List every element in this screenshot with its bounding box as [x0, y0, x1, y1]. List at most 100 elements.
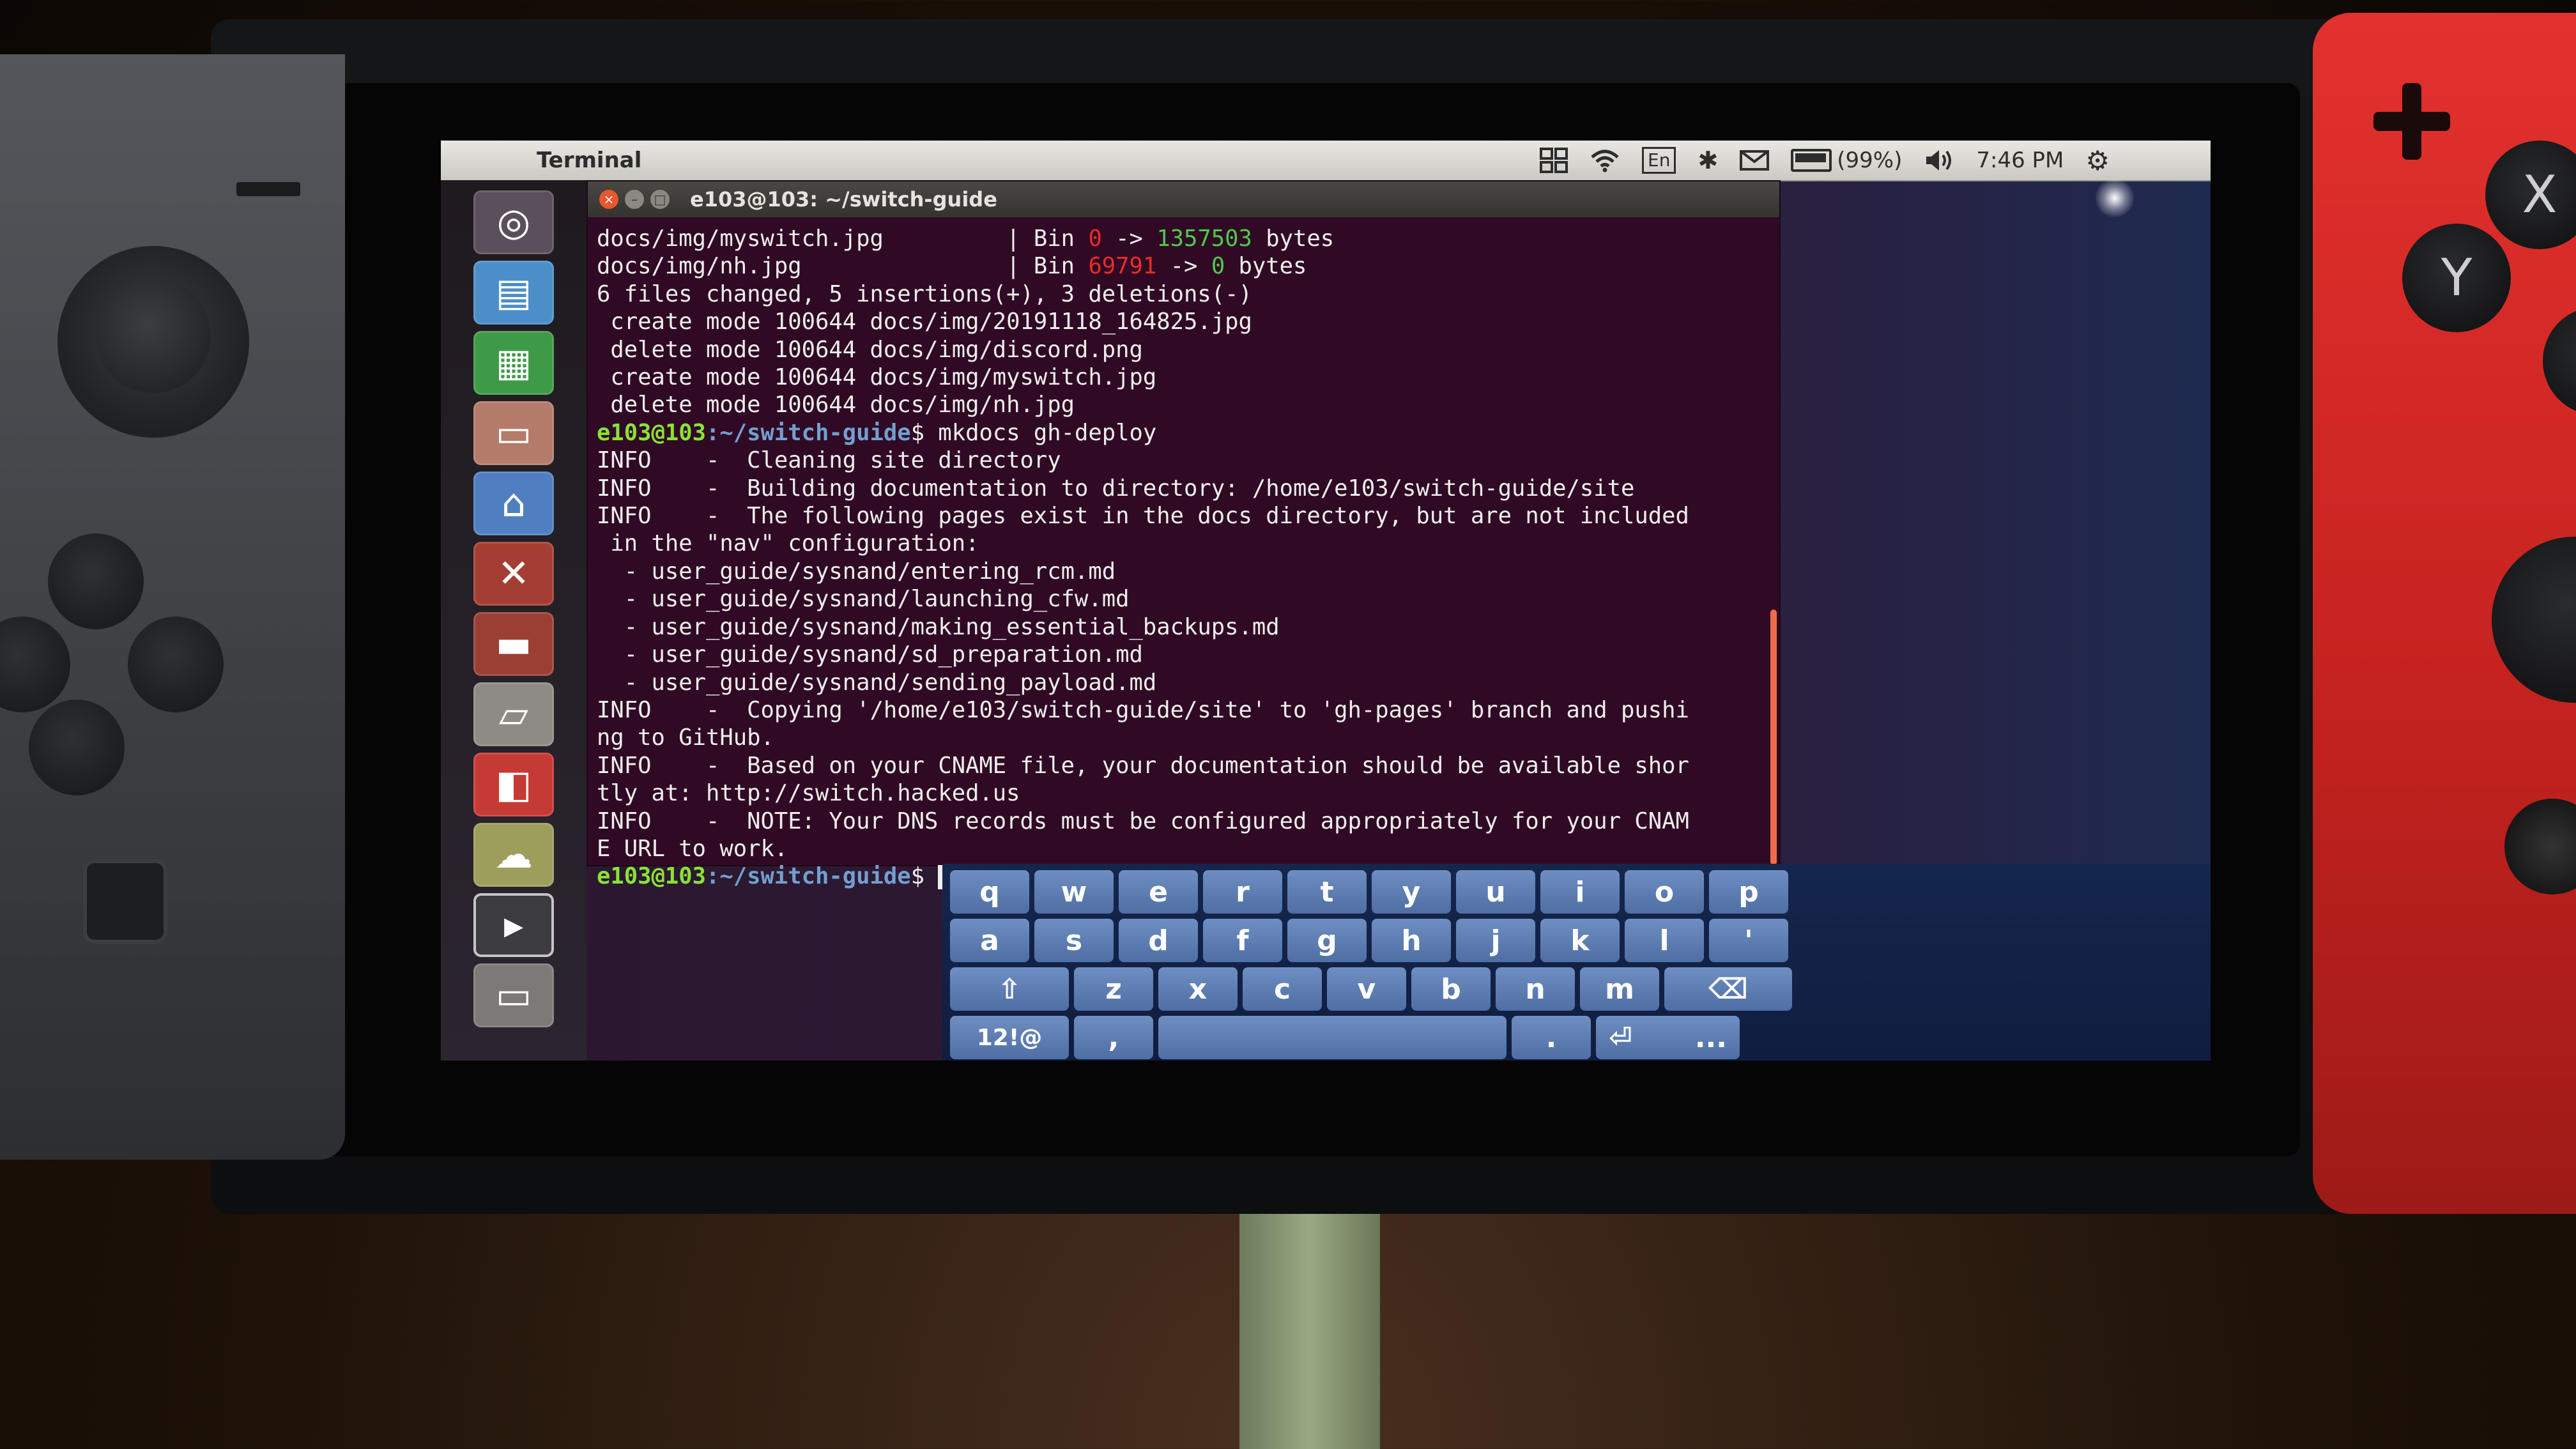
gear-icon[interactable]: ⚙: [2085, 145, 2110, 176]
files-icon[interactable]: ▤: [473, 261, 554, 325]
minus-button[interactable]: [236, 182, 300, 196]
home-button[interactable]: [2504, 799, 2576, 894]
dpad-left-button[interactable]: [0, 617, 70, 712]
bluetooth-icon[interactable]: ✱: [1698, 146, 1718, 174]
key-t[interactable]: t: [1287, 870, 1367, 914]
workspaces-icon[interactable]: [1540, 148, 1568, 173]
battery-indicator[interactable]: (99%): [1791, 148, 1902, 173]
close-icon[interactable]: ×: [599, 190, 618, 209]
terminal-line: E URL to work.: [597, 835, 788, 862]
shift-key[interactable]: ⇧: [950, 967, 1069, 1011]
store-icon[interactable]: ⌂: [473, 471, 554, 535]
key-n[interactable]: n: [1496, 967, 1575, 1011]
terminal-line: INFO - The following pages exist in the …: [597, 503, 1689, 530]
drive-icon[interactable]: ▱: [473, 682, 554, 746]
active-app-title: Terminal: [537, 148, 642, 173]
key-r[interactable]: r: [1203, 870, 1282, 914]
right-joycon: X Y B: [2313, 13, 2576, 1214]
enter-icon: ⏎: [1609, 1021, 1632, 1054]
period-key[interactable]: .: [1512, 1016, 1591, 1059]
dpad-right-button[interactable]: [128, 617, 224, 712]
clock[interactable]: 7:46 PM: [1976, 148, 2064, 173]
y-button[interactable]: Y: [2402, 224, 2511, 332]
key-p[interactable]: p: [1709, 870, 1788, 914]
key-j[interactable]: j: [1456, 919, 1535, 962]
key-b[interactable]: b: [1411, 967, 1491, 1011]
terminal-line: tly at: http://switch.hacked.us: [597, 780, 1020, 807]
key-d[interactable]: d: [1119, 919, 1198, 962]
terminal-line: docs/img/nh.jpg | Bin 69791 -> 0 bytes: [597, 253, 1307, 280]
key-i[interactable]: i: [1540, 870, 1620, 914]
key-q[interactable]: q: [950, 870, 1029, 914]
key-u[interactable]: u: [1456, 870, 1535, 914]
mail-icon[interactable]: [1740, 150, 1770, 171]
archive-icon[interactable]: ▬: [473, 612, 554, 676]
comma-key[interactable]: ,: [1074, 1016, 1153, 1059]
spreadsheet-icon[interactable]: ▦: [473, 331, 554, 395]
volume-icon[interactable]: [1924, 148, 1954, 173]
terminal-window[interactable]: × – □ e103@103: ~/switch-guide docs/img/…: [586, 180, 1781, 890]
maximize-icon[interactable]: □: [650, 190, 670, 209]
document-viewer-icon[interactable]: ▭: [473, 401, 554, 465]
key-m[interactable]: m: [1580, 967, 1659, 1011]
key-h[interactable]: h: [1372, 919, 1451, 962]
sd-card-icon[interactable]: ◧: [473, 753, 554, 816]
terminal-title: e103@103: ~/switch-guide: [690, 187, 997, 211]
key-w[interactable]: w: [1034, 870, 1114, 914]
key-x[interactable]: x: [1158, 967, 1238, 1011]
key-z[interactable]: z: [1074, 967, 1153, 1011]
plus-button[interactable]: [2373, 83, 2450, 160]
key-apostrophe[interactable]: ': [1709, 919, 1788, 962]
terminal-line: delete mode 100644 docs/img/discord.png: [597, 336, 1143, 363]
keyboard-row-4: 12!@ , . ⏎ ...: [950, 1016, 1740, 1059]
wifi-icon[interactable]: [1590, 148, 1620, 172]
terminal-titlebar[interactable]: × – □ e103@103: ~/switch-guide: [588, 181, 1779, 217]
prompt-path: :~/switch-guide: [705, 419, 911, 446]
keyboard-row-3: ⇧ z x c v b n m ⌫: [950, 967, 1792, 1011]
keyboard-layout-indicator[interactable]: En: [1642, 147, 1676, 174]
terminal-scrollbar[interactable]: [1770, 610, 1777, 865]
usb-cable: [1239, 1214, 1380, 1449]
dpad-down-button[interactable]: [29, 700, 125, 795]
key-c[interactable]: c: [1243, 967, 1322, 1011]
system-settings-icon[interactable]: ✕: [473, 542, 554, 606]
right-stick[interactable]: [2492, 537, 2576, 703]
key-v[interactable]: v: [1327, 967, 1406, 1011]
key-k[interactable]: k: [1540, 919, 1620, 962]
terminal-line: delete mode 100644 docs/img/nh.jpg: [597, 392, 1075, 418]
capture-button[interactable]: [83, 859, 167, 944]
prompt-user: e103@103: [597, 419, 706, 446]
weather-icon[interactable]: ☁: [473, 823, 554, 887]
enter-key[interactable]: ⏎ ...: [1596, 1016, 1740, 1059]
battery-percent: (99%): [1837, 148, 1903, 173]
terminal-line: INFO - Copying '/home/e103/switch-guide/…: [597, 696, 1689, 723]
key-y[interactable]: y: [1372, 870, 1451, 914]
dpad-up-button[interactable]: [48, 533, 144, 629]
top-panel: Terminal En ✱ (99%) 7:46 PM ⚙: [441, 141, 2211, 181]
terminal-line: 6 files changed, 5 insertions(+), 3 dele…: [597, 280, 1252, 307]
left-stick[interactable]: [96, 278, 211, 393]
terminal-output[interactable]: docs/img/myswitch.jpg | Bin 0 -> 1357503…: [588, 217, 1779, 891]
key-g[interactable]: g: [1287, 919, 1367, 962]
space-key[interactable]: [1158, 1016, 1506, 1059]
on-screen-keyboard: q w e r t y u i o p a s d f g h j k l ' …: [942, 864, 2211, 1061]
launcher: ◎ ▤ ▦ ▭ ⌂ ✕ ▬ ▱ ◧ ☁ ▸ ▭: [441, 180, 586, 1061]
x-button[interactable]: X: [2485, 141, 2576, 249]
minimize-icon[interactable]: –: [625, 190, 644, 209]
screen-glare: [2096, 179, 2134, 217]
disk-icon[interactable]: ▭: [473, 963, 554, 1027]
terminal-line: ng to GitHub.: [597, 724, 774, 751]
key-e[interactable]: e: [1119, 870, 1198, 914]
key-l[interactable]: l: [1625, 919, 1704, 962]
key-a[interactable]: a: [950, 919, 1029, 962]
key-s[interactable]: s: [1034, 919, 1114, 962]
dash-icon[interactable]: ◎: [473, 190, 554, 254]
key-f[interactable]: f: [1203, 919, 1282, 962]
numbers-key[interactable]: 12!@: [950, 1016, 1069, 1059]
terminal-line: - user_guide/sysnand/sd_preparation.md: [597, 641, 1143, 668]
key-o[interactable]: o: [1625, 870, 1704, 914]
terminal-icon[interactable]: ▸: [473, 893, 554, 957]
backspace-key[interactable]: ⌫: [1664, 967, 1792, 1011]
b-button[interactable]: B: [2543, 307, 2576, 415]
terminal-line: create mode 100644 docs/img/20191118_164…: [597, 309, 1252, 335]
